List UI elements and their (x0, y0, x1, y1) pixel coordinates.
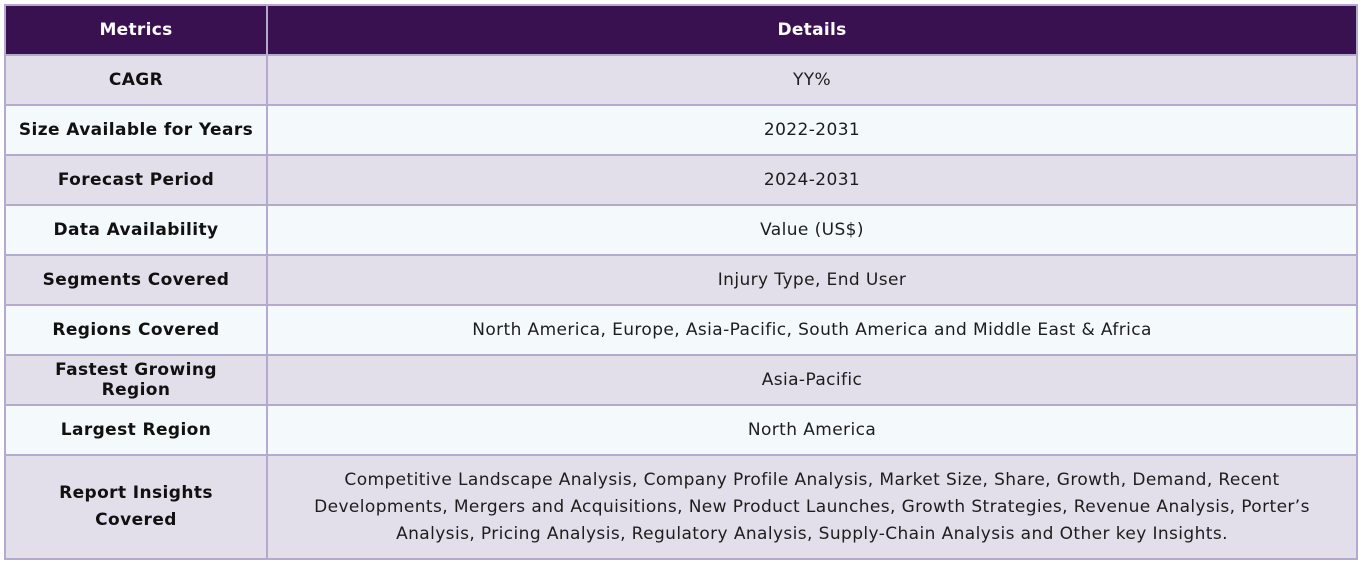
metric-cell: Largest Region (4, 404, 268, 456)
metric-cell: Fastest Growing Region (4, 354, 268, 406)
metric-cell: Size Available for Years (4, 104, 268, 156)
metric-cell: Forecast Period (4, 154, 268, 206)
table-row-largest-region: Largest Region North America (4, 404, 1358, 456)
report-metrics-table-container: Metrics Details CAGR YY% Size Available … (4, 4, 1358, 560)
table-row-segments-covered: Segments Covered Injury Type, End User (4, 254, 1358, 306)
table-header: Metrics Details (4, 4, 1358, 56)
table-row-data-availability: Data Availability Value (US$) (4, 204, 1358, 256)
table-row-forecast-period: Forecast Period 2024-2031 (4, 154, 1358, 206)
metric-cell: Regions Covered (4, 304, 268, 356)
details-cell: Injury Type, End User (266, 254, 1358, 306)
metric-cell: Data Availability (4, 204, 268, 256)
details-cell: YY% (266, 54, 1358, 106)
table-row-fastest-growing-region: Fastest Growing Region Asia-Pacific (4, 354, 1358, 406)
details-cell: 2024-2031 (266, 154, 1358, 206)
header-row: Metrics Details (4, 4, 1358, 56)
table-row-regions-covered: Regions Covered North America, Europe, A… (4, 304, 1358, 356)
table-body: CAGR YY% Size Available for Years 2022-2… (4, 54, 1358, 560)
metric-cell: Report Insights Covered (4, 454, 268, 560)
details-cell: Asia-Pacific (266, 354, 1358, 406)
table-row-size-available: Size Available for Years 2022-2031 (4, 104, 1358, 156)
details-cell: 2022-2031 (266, 104, 1358, 156)
report-metrics-table: Metrics Details CAGR YY% Size Available … (4, 4, 1358, 560)
header-metrics: Metrics (4, 4, 268, 56)
details-cell: Competitive Landscape Analysis, Company … (266, 454, 1358, 560)
details-cell: Value (US$) (266, 204, 1358, 256)
details-cell: North America, Europe, Asia-Pacific, Sou… (266, 304, 1358, 356)
header-details: Details (266, 4, 1358, 56)
table-row-report-insights: Report Insights Covered Competitive Land… (4, 454, 1358, 560)
table-row-cagr: CAGR YY% (4, 54, 1358, 106)
metric-cell: CAGR (4, 54, 268, 106)
metric-cell: Segments Covered (4, 254, 268, 306)
details-cell: North America (266, 404, 1358, 456)
